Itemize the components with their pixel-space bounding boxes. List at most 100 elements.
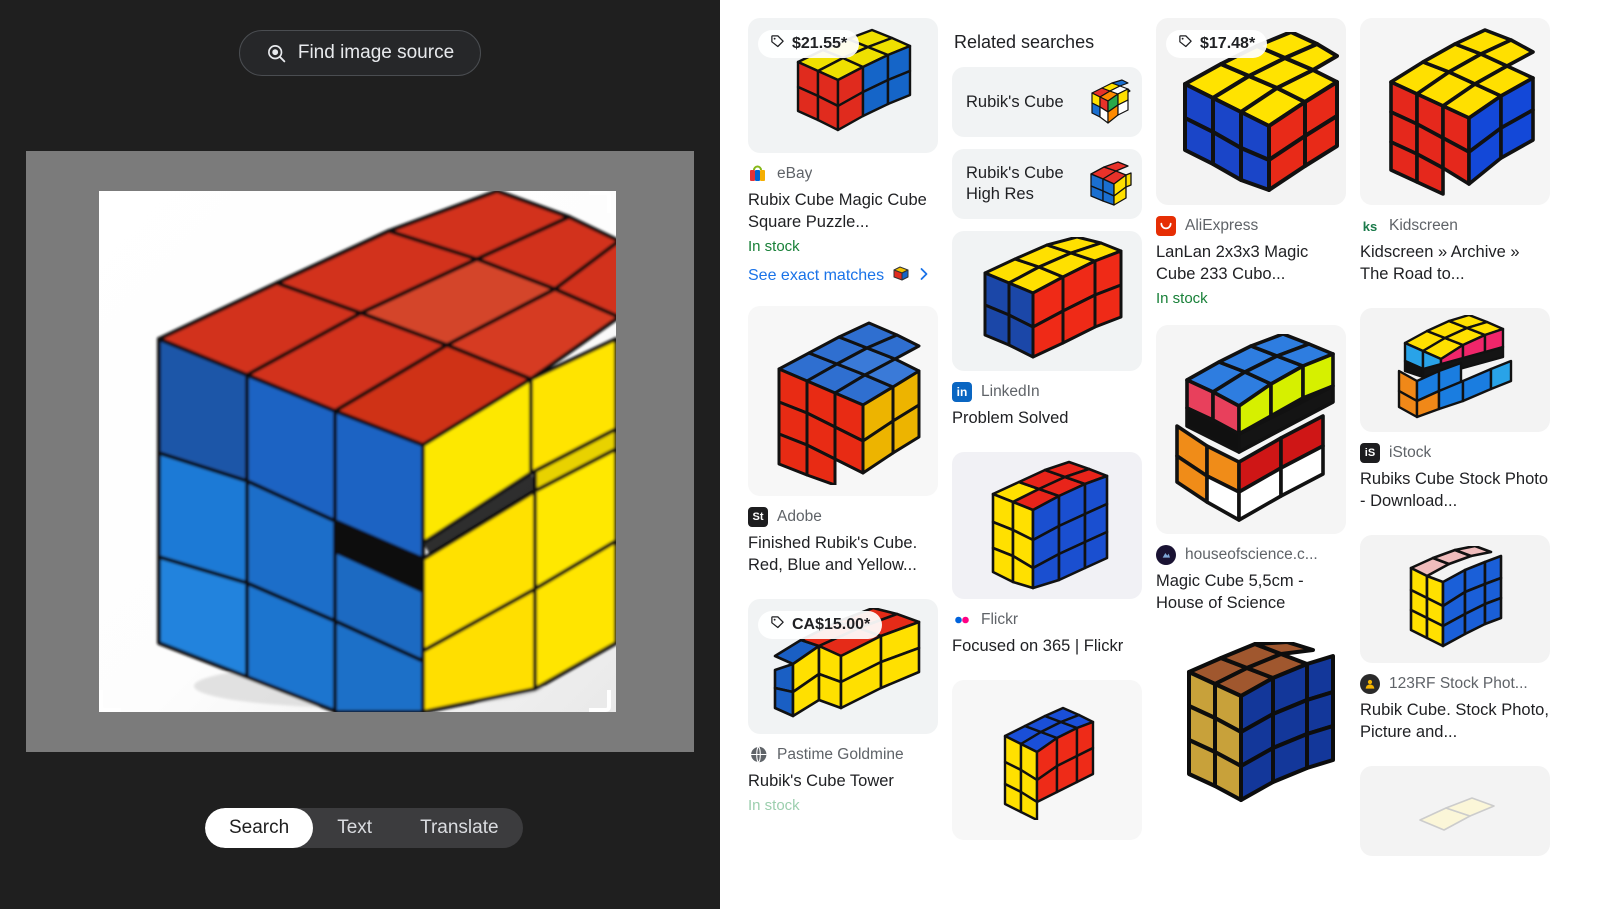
see-exact-matches-link[interactable]: See exact matches <box>748 265 938 288</box>
result-title: Problem Solved <box>952 409 1069 427</box>
result-card-adobe[interactable]: St Adobe Finished Rubik's Cube. Red, Blu… <box>748 305 938 581</box>
result-thumbnail[interactable] <box>1156 636 1346 817</box>
stock-status: In stock <box>748 237 800 255</box>
result-card-houseofscience[interactable]: houseofscience.c... Magic Cube 5,5cm - H… <box>1156 324 1346 619</box>
result-thumbnail[interactable] <box>748 305 938 496</box>
find-image-source-button[interactable]: Find image source <box>238 30 482 76</box>
result-thumbnail[interactable] <box>1360 765 1550 856</box>
linkedin-icon: in <box>952 382 972 402</box>
results-column-1: $21.55* eBay Rubix Cube Magic Cube Squar… <box>748 18 938 832</box>
result-thumbnail[interactable] <box>1360 18 1550 205</box>
source-name: Flickr <box>981 610 1019 628</box>
result-title: Magic Cube 5,5cm - House of Science <box>1156 571 1304 612</box>
cube-mini-icon <box>891 265 911 288</box>
source-row: houseofscience.c... <box>1156 544 1346 565</box>
result-thumbnail[interactable] <box>952 679 1142 840</box>
rubiks-cube-photo <box>99 191 616 712</box>
results-column-4: ks Kidscreen Kidscreen » Archive » The R… <box>1360 18 1550 874</box>
source-row: AliExpress <box>1156 216 1346 236</box>
price-badge: $21.55* <box>758 30 860 58</box>
adobe-stock-icon: St <box>748 506 768 527</box>
source-row: eBay <box>748 164 938 184</box>
result-card-linkedin[interactable]: in LinkedIn Problem Solved <box>952 231 1142 434</box>
price-tag-icon <box>1178 34 1193 54</box>
crop-handle-top-left[interactable] <box>99 191 121 213</box>
result-card-bottom-partial[interactable] <box>1360 765 1550 856</box>
cube-image <box>1360 308 1550 432</box>
source-name: Pastime Goldmine <box>777 745 904 763</box>
ebay-icon <box>748 164 768 184</box>
result-title: Finished Rubik's Cube. Red, Blue and Yel… <box>748 533 918 574</box>
source-row: Pastime Goldmine <box>748 745 938 765</box>
result-thumbnail[interactable] <box>1156 324 1346 534</box>
source-row: ks Kidscreen <box>1360 216 1550 236</box>
source-name: iStock <box>1389 443 1432 461</box>
result-title: Rubik's Cube Tower <box>748 771 894 790</box>
source-row: St Adobe <box>748 506 938 527</box>
rubiks-cube-multicolor-thumb <box>1086 79 1132 125</box>
price-tag-icon <box>770 34 785 54</box>
mode-tab-search[interactable]: Search <box>205 808 314 848</box>
related-search-chip-2[interactable]: Rubik's Cube High Res <box>952 149 1142 219</box>
result-thumbnail[interactable] <box>952 451 1142 599</box>
crop-handle-bottom-right[interactable] <box>589 690 611 712</box>
result-title: Rubik Cube. Stock Photo, Picture and... <box>1360 700 1549 741</box>
result-card-aliexpress[interactable]: $17.48* AliExpress LanLan 2x3x3 Magic Cu… <box>1156 18 1346 307</box>
source-name: AliExpress <box>1185 217 1259 234</box>
chevron-right-icon <box>918 267 930 286</box>
cube-image <box>1360 535 1550 663</box>
stock-status: In stock <box>748 796 800 814</box>
result-card-kidscreen[interactable]: ks Kidscreen Kidscreen » Archive » The R… <box>1360 18 1550 290</box>
mode-tab-text[interactable]: Text <box>313 808 396 848</box>
result-thumbnail[interactable] <box>1360 534 1550 663</box>
source-name: Adobe <box>777 507 822 525</box>
stock-status: In stock <box>1156 289 1208 307</box>
source-name: LinkedIn <box>981 383 1040 400</box>
result-card-123rf[interactable]: 123RF Stock Phot... Rubik Cube. Stock Ph… <box>1360 534 1550 748</box>
result-card-ebay[interactable]: $21.55* eBay Rubix Cube Magic Cube Squar… <box>748 18 938 288</box>
cube-image <box>1156 637 1346 817</box>
result-thumbnail[interactable] <box>952 231 1142 371</box>
crop-handle-top-right[interactable] <box>589 191 611 213</box>
results-column-3: $17.48* AliExpress LanLan 2x3x3 Magic Cu… <box>1156 18 1346 835</box>
related-search-chip-1[interactable]: Rubik's Cube <box>952 67 1142 137</box>
cube-image <box>748 306 938 496</box>
visual-matches-panel[interactable]: $21.55* eBay Rubix Cube Magic Cube Squar… <box>720 0 1600 909</box>
related-search-label: Rubik's Cube High Res <box>966 164 1064 203</box>
image-crop-stage[interactable] <box>26 151 694 752</box>
cube-image <box>952 231 1142 371</box>
price-value: $17.48* <box>1200 35 1256 52</box>
results-column-2: Related searches Rubik's Cube Rubik's Cu… <box>952 18 1142 858</box>
aliexpress-icon <box>1156 216 1176 236</box>
price-value: $21.55* <box>792 35 848 52</box>
source-row: in LinkedIn <box>952 382 1142 402</box>
source-name: houseofscience.c... <box>1185 545 1318 563</box>
result-thumbnail[interactable]: $21.55* <box>748 18 938 153</box>
result-title: Kidscreen » Archive » The Road to... <box>1360 243 1520 283</box>
123rf-icon <box>1360 673 1380 694</box>
mode-tab-translate-label: Translate <box>420 817 499 838</box>
results-masonry: $21.55* eBay Rubix Cube Magic Cube Squar… <box>748 18 1588 874</box>
mode-tab-translate[interactable]: Translate <box>396 808 523 848</box>
result-card-dark-cube-partial[interactable] <box>1156 636 1346 817</box>
price-value: CA$15.00* <box>792 615 871 633</box>
source-name: eBay <box>777 165 813 182</box>
result-thumbnail[interactable]: CA$15.00* <box>748 598 938 734</box>
cube-image <box>1360 18 1550 205</box>
result-card-shutterstock-partial[interactable] <box>952 679 1142 840</box>
cube-image <box>1156 325 1346 534</box>
result-card-flickr[interactable]: Flickr Focused on 365 | Flickr <box>952 451 1142 662</box>
result-card-istock[interactable]: iS iStock Rubiks Cube Stock Photo - Down… <box>1360 307 1550 517</box>
result-thumbnail[interactable] <box>1360 307 1550 432</box>
crop-handle-bottom-left[interactable] <box>99 690 121 712</box>
lens-result-screen: Find image source Search Text Translate … <box>0 0 1600 909</box>
mode-tab-search-label: Search <box>229 817 290 838</box>
result-title: Rubiks Cube Stock Photo - Download... <box>1360 469 1549 510</box>
result-card-pastime-goldmine[interactable]: CA$15.00* Pastime Goldmine Rubik's Cube … <box>748 598 938 814</box>
result-thumbnail[interactable]: $17.48* <box>1156 18 1346 205</box>
globe-icon <box>748 745 768 765</box>
find-image-source-label: Find image source <box>297 42 455 63</box>
result-title: Rubix Cube Magic Cube Square Puzzle... <box>748 191 927 231</box>
flickr-icon <box>952 610 972 630</box>
cube-image <box>952 680 1142 840</box>
